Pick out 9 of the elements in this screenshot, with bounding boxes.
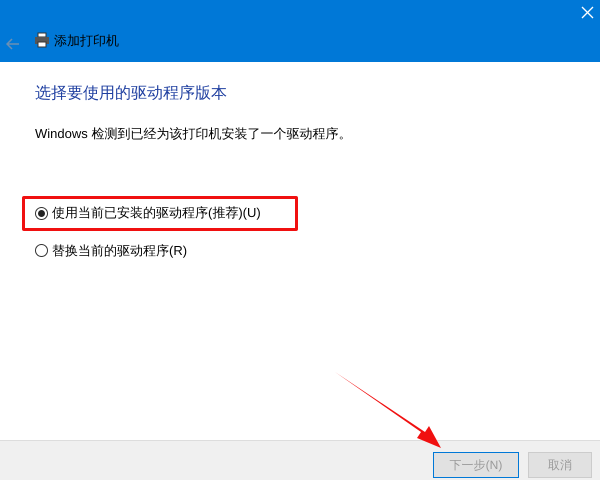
radio-button[interactable]	[35, 244, 48, 257]
close-icon[interactable]	[581, 6, 594, 19]
radio-option[interactable]: 替换当前的驱动程序(R)	[35, 240, 188, 260]
radio-button[interactable]	[35, 206, 48, 220]
description-text: Windows 检测到已经为该打印机安装了一个驱动程序。	[35, 125, 352, 143]
page-heading: 选择要使用的驱动程序版本	[35, 84, 228, 104]
radio-option[interactable]: 使用当前已安装的驱动程序(推荐)(U)	[35, 203, 261, 223]
window-title: 添加打印机	[54, 32, 119, 50]
printer-icon	[34, 32, 50, 48]
